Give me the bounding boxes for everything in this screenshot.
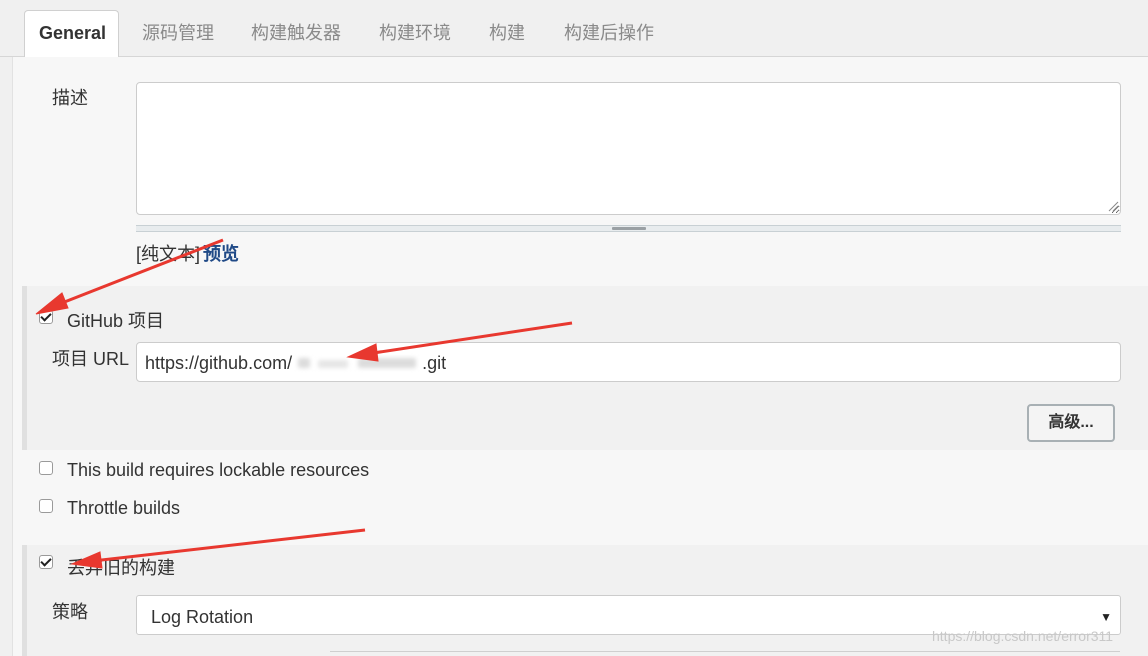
- redacted-blur: [318, 360, 348, 368]
- url-suffix-text: .git: [422, 353, 447, 373]
- strategy-selected-value: Log Rotation: [151, 607, 254, 627]
- discard-old-builds-checkbox[interactable]: [39, 555, 53, 569]
- url-prefix-text: https://github.com/: [145, 353, 293, 373]
- throttle-builds-checkbox[interactable]: [39, 499, 53, 513]
- discard-old-builds-label[interactable]: 丢弃旧的构建: [67, 554, 175, 580]
- lockable-resources-label[interactable]: This build requires lockable resources: [67, 460, 369, 481]
- preview-link[interactable]: 预览: [203, 240, 239, 266]
- tab-general[interactable]: General: [24, 10, 120, 58]
- github-project-checkbox[interactable]: [39, 310, 53, 324]
- strategy-label: 策略: [52, 602, 88, 622]
- tab-source-management[interactable]: 源码管理: [142, 19, 214, 49]
- plain-text-label: [纯文本]: [136, 244, 201, 264]
- description-textarea[interactable]: [136, 82, 1121, 215]
- throttle-builds-label[interactable]: Throttle builds: [67, 498, 180, 519]
- description-label: 描述: [52, 88, 88, 108]
- redacted-blur: [298, 358, 310, 368]
- redacted-blur: [358, 358, 416, 368]
- next-field-border: [330, 651, 1120, 652]
- github-project-label[interactable]: GitHub 项目: [67, 307, 164, 333]
- project-url-input[interactable]: https://github.com/ .git: [136, 342, 1121, 382]
- tab-strip: General 源码管理 构建触发器 构建环境 构建 构建后操作: [0, 0, 1148, 58]
- drag-handle-icon[interactable]: [612, 227, 646, 230]
- watermark-text: https://blog.csdn.net/error311: [932, 628, 1114, 644]
- tab-post-build-actions[interactable]: 构建后操作: [564, 19, 654, 49]
- project-url-label: 项目 URL: [52, 349, 130, 369]
- tab-build-environment[interactable]: 构建环境: [379, 19, 451, 49]
- advanced-button[interactable]: 高级...: [1027, 404, 1115, 442]
- section-indent-bar: [22, 286, 27, 450]
- tab-build[interactable]: 构建: [489, 19, 525, 49]
- left-gutter: [0, 57, 13, 656]
- lockable-resources-checkbox[interactable]: [39, 461, 53, 475]
- section-indent-bar: [22, 545, 27, 656]
- tab-build-triggers[interactable]: 构建触发器: [251, 19, 341, 49]
- resize-grip-icon[interactable]: [1107, 200, 1119, 212]
